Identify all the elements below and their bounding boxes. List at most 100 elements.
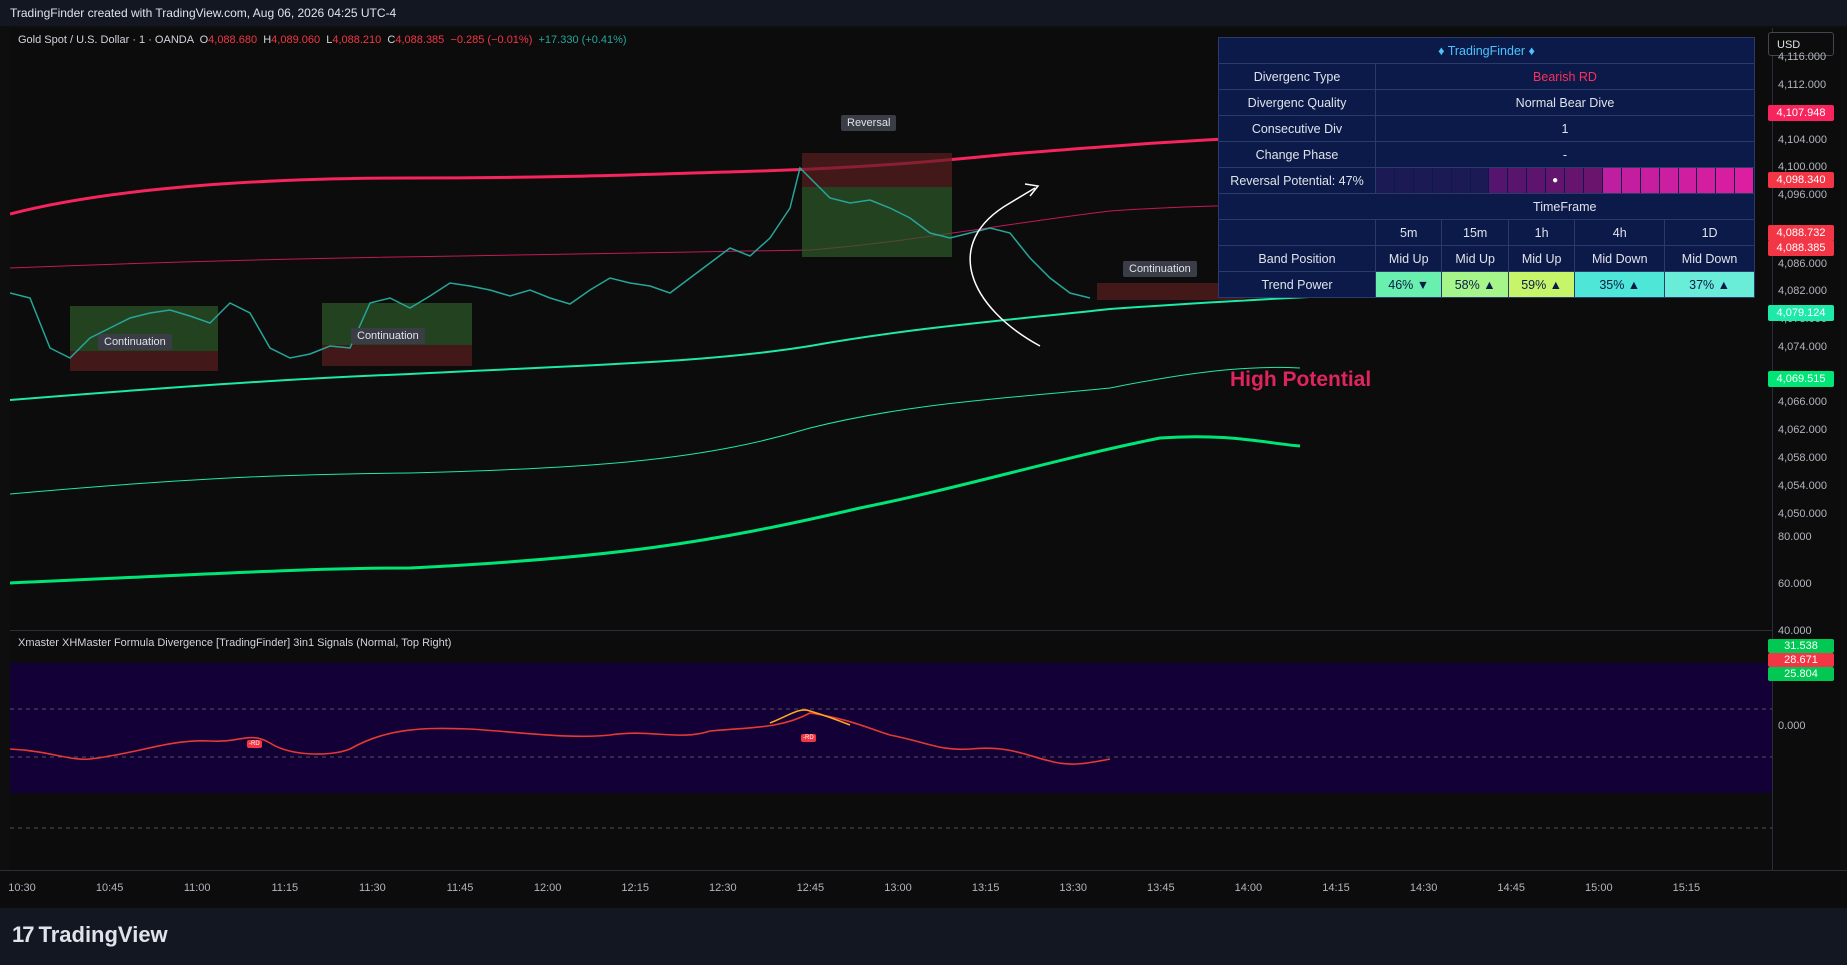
band-15m: Mid Up (1441, 245, 1509, 272)
potential-cell (1470, 168, 1490, 193)
symbol-legend[interactable]: Gold Spot / U.S. Dollar · 1 · OANDA O4,0… (18, 34, 627, 46)
continuation-marker-2: Continuation (351, 328, 425, 344)
divergence-quality-label: Divergenc Quality (1218, 89, 1376, 116)
reversal-potential-bar: ● (1375, 167, 1755, 194)
continuation-marker-3: Continuation (1123, 261, 1197, 277)
price-axis-label: 4,066.000 (1778, 396, 1827, 408)
time-axis-label: 14:15 (1322, 882, 1350, 894)
consecutive-div-value: 1 (1375, 115, 1755, 142)
tradingview-logo-text: TradingView (38, 922, 168, 947)
divergence-type-label: Divergenc Type (1218, 63, 1376, 90)
reversal-potential-label: Reversal Potential: 47% (1218, 167, 1376, 194)
rd-tag-2: -RD (801, 734, 816, 742)
continuation-marker-1: Continuation (98, 334, 172, 350)
low-value: 4,088.210 (332, 34, 382, 46)
potential-cell (1659, 168, 1679, 193)
price-axis-label: 4,058.000 (1778, 452, 1827, 464)
potential-cell (1413, 168, 1433, 193)
tradingview-logo[interactable]: 17 TradingView (12, 922, 168, 948)
potential-cell: ● (1546, 168, 1566, 193)
high-label: H (263, 34, 272, 46)
trend-15m: 58% ▲ (1441, 271, 1509, 298)
tradingfinder-table: ♦ TradingFinder ♦ Divergenc Type Bearish… (1218, 37, 1755, 298)
osc-tag: 25.804 (1768, 667, 1834, 681)
osc-axis-label: 0.000 (1778, 720, 1806, 732)
divergence-type-value: Bearish RD (1375, 63, 1755, 90)
indicator-legend[interactable]: Xmaster XHMaster Formula Divergence [Tra… (18, 637, 451, 649)
price-axis-label: 4,050.000 (1778, 508, 1827, 520)
consecutive-div-label: Consecutive Div (1218, 115, 1376, 142)
time-axis-label: 11:00 (183, 882, 211, 894)
time-axis-label: 13:15 (971, 882, 1000, 894)
high-value: 4,089.060 (271, 34, 321, 46)
high-potential-label: High Potential (1230, 368, 1372, 391)
time-axis-label: 10:45 (95, 882, 124, 894)
price-axis-label: 4,096.000 (1778, 189, 1827, 201)
price-axis-label: 4,112.000 (1778, 79, 1827, 91)
time-axis-label: 14:30 (1409, 882, 1438, 894)
change-phase-label: Change Phase (1218, 141, 1376, 168)
tf-15m: 15m (1441, 219, 1509, 246)
time-axis-label: 12:00 (533, 882, 562, 894)
potential-cell (1678, 168, 1698, 193)
header-text: TradingFinder created with TradingView.c… (10, 6, 397, 20)
price-tag: 4,079.124 (1768, 305, 1834, 321)
middle-band-line (10, 292, 1411, 401)
trend-1h: 59% ▲ (1507, 271, 1576, 298)
osc-axis-label: 40.000 (1778, 625, 1812, 637)
potential-cell (1527, 168, 1547, 193)
osc-tag: 28.671 (1768, 653, 1834, 667)
tf-5m: 5m (1374, 219, 1443, 246)
upper-band-line (10, 133, 1411, 216)
potential-cell (1489, 168, 1509, 193)
oscillator-canvas (10, 663, 1772, 829)
band-4h: Mid Down (1574, 245, 1666, 272)
potential-cell (1716, 168, 1736, 193)
price-axis-label: 4,086.000 (1778, 258, 1827, 270)
osc-tag: 31.538 (1768, 639, 1834, 653)
price-tag: 4,088.385 (1768, 240, 1834, 256)
time-axis-label: 15:00 (1585, 882, 1613, 894)
symbol-name: Gold Spot / U.S. Dollar · 1 · OANDA (18, 34, 194, 46)
band-1d: Mid Down (1664, 245, 1755, 272)
header-bar: TradingFinder created with TradingView.c… (0, 0, 1847, 26)
oscillator-pane[interactable] (10, 630, 1772, 871)
osc-axis-label: 80.000 (1778, 531, 1812, 543)
open-value: 4,088.680 (208, 34, 258, 46)
band-position-label: Band Position (1218, 245, 1376, 272)
potential-cell (1508, 168, 1528, 193)
price-axis-label: 4,116.000 (1778, 51, 1827, 63)
tf-1h: 1h (1507, 219, 1576, 246)
time-axis-label: 11:15 (271, 882, 299, 894)
time-axis-label: 10:30 (8, 882, 36, 894)
potential-cell (1602, 168, 1622, 193)
price-axis-label: 4,074.000 (1778, 341, 1827, 353)
potential-cell (1697, 168, 1717, 193)
open-label: O (199, 34, 209, 46)
price-tag: 4,069.515 (1768, 371, 1834, 387)
time-axis-label: 12:30 (709, 882, 737, 894)
tradingview-logo-icon: 17 (12, 922, 35, 947)
rd-tag-1: -RD (247, 740, 262, 748)
zone-green-3 (802, 187, 952, 257)
oscillator-zone (10, 663, 1772, 793)
price-axis-label: 4,082.000 (1778, 285, 1827, 297)
time-axis-label: 14:00 (1234, 882, 1263, 894)
potential-cell (1640, 168, 1660, 193)
inner-band-line (10, 204, 1411, 269)
footer-bar: 17 TradingView (0, 908, 1847, 965)
price-axis[interactable] (1772, 28, 1847, 870)
price-axis-label: 4,054.000 (1778, 480, 1827, 492)
time-axis-label: 14:45 (1497, 882, 1525, 894)
time-axis-label: 13:30 (1059, 882, 1087, 894)
price-tag: 4,088.732 (1768, 225, 1834, 241)
time-axis-label: 13:45 (1147, 882, 1175, 894)
potential-cell (1451, 168, 1471, 193)
trend-4h: 35% ▲ (1574, 271, 1666, 298)
trend-5m: 46% ▼ (1374, 271, 1443, 298)
change-value-2: +17.330 (+0.41%) (538, 34, 627, 46)
time-axis-label: 11:45 (446, 882, 474, 894)
tf-4h: 4h (1574, 219, 1666, 246)
potential-cell (1432, 168, 1452, 193)
tf-1d: 1D (1664, 219, 1755, 246)
